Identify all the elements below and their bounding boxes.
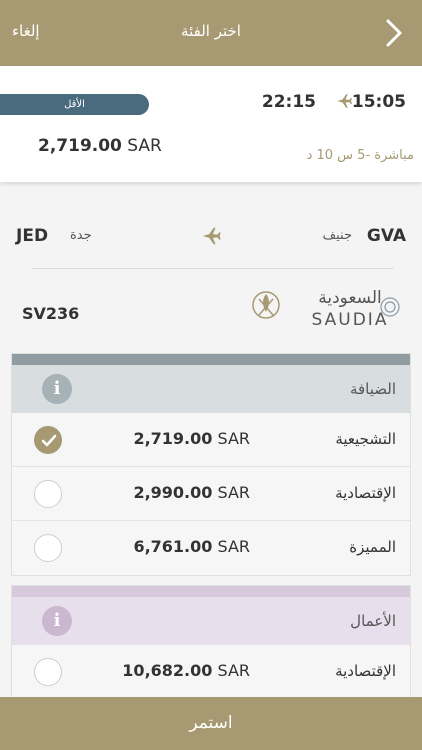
fare-amount: 6,761.00 bbox=[133, 537, 213, 556]
fare-amount: 10,682.00 bbox=[122, 661, 213, 680]
page-title: اختر الفئة bbox=[181, 22, 241, 40]
svg-text:SAUDIA: SAUDIA bbox=[312, 310, 389, 329]
radio-button[interactable] bbox=[34, 658, 62, 686]
class-header: i الأعمال bbox=[12, 597, 410, 645]
checkmark-icon bbox=[41, 434, 57, 447]
chevron-right-icon[interactable] bbox=[384, 18, 404, 48]
class-name: الضيافة bbox=[349, 380, 396, 398]
divider bbox=[32, 268, 394, 269]
departure-time: 15:05 bbox=[351, 92, 406, 112]
destination-code: JED bbox=[16, 226, 49, 246]
fare-name: التشجيعية bbox=[335, 430, 396, 448]
plane-icon bbox=[202, 227, 221, 245]
fare-currency: SAR bbox=[217, 537, 250, 556]
fare-price: 2,990.00 SAR bbox=[133, 483, 250, 502]
info-icon[interactable]: i bbox=[42, 606, 72, 636]
flight-price: 2,719.00 SAR bbox=[38, 136, 162, 156]
radio-checked[interactable] bbox=[34, 426, 62, 454]
fare-price: 6,761.00 SAR bbox=[133, 537, 250, 556]
fare-price: 10,682.00 SAR bbox=[122, 661, 250, 680]
class-header: i الضيافة bbox=[12, 365, 410, 413]
flight-duration: مباشرة -5 س 10 د bbox=[306, 148, 414, 163]
arrival-time: 22:15 bbox=[261, 92, 316, 112]
fare-row[interactable]: 6,761.00 SAR المميزة bbox=[12, 521, 410, 575]
info-icon[interactable]: i bbox=[42, 374, 72, 404]
class-stripe bbox=[12, 354, 410, 365]
class-block-business: i الأعمال 10,682.00 SAR الإقتصادية bbox=[11, 585, 411, 700]
fare-currency: SAR bbox=[217, 661, 250, 680]
destination-city: جدة bbox=[70, 228, 92, 243]
origin-city: جنيف bbox=[322, 228, 352, 243]
lowest-badge: الأقل bbox=[0, 94, 149, 115]
plane-icon bbox=[337, 94, 352, 108]
continue-button[interactable]: استمر bbox=[0, 697, 422, 750]
fare-name: المميزة bbox=[349, 538, 396, 556]
fare-currency: SAR bbox=[217, 429, 250, 448]
fare-name: الإقتصادية bbox=[335, 662, 396, 680]
fare-row[interactable]: 2,719.00 SAR التشجيعية bbox=[12, 413, 410, 467]
class-block-guest: i الضيافة 2,719.00 SAR التشجيعية 2,990.0… bbox=[11, 353, 411, 576]
fare-amount: 2,719.00 bbox=[133, 429, 213, 448]
fare-currency: SAR bbox=[217, 483, 250, 502]
flight-summary-card: 15:05 22:15 الأقل 2,719.00 SAR مباشرة -5… bbox=[0, 66, 422, 182]
fare-name: الإقتصادية bbox=[335, 484, 396, 502]
svg-text:السعودية: السعودية bbox=[318, 288, 381, 308]
radio-button[interactable] bbox=[34, 480, 62, 508]
price-currency: SAR bbox=[127, 136, 162, 156]
radio-button[interactable] bbox=[34, 534, 62, 562]
fare-price: 2,719.00 SAR bbox=[133, 429, 250, 448]
class-name: الأعمال bbox=[350, 612, 396, 630]
top-bar: إلغاء اختر الفئة bbox=[0, 0, 422, 66]
fare-row[interactable]: 10,682.00 SAR الإقتصادية bbox=[12, 645, 410, 699]
fare-row[interactable]: 2,990.00 SAR الإقتصادية bbox=[12, 467, 410, 521]
price-amount: 2,719.00 bbox=[38, 136, 122, 156]
flight-number: SV236 bbox=[22, 304, 80, 323]
class-stripe bbox=[12, 586, 410, 597]
route-row: GVA جنيف جدة JED bbox=[0, 220, 422, 254]
origin-code: GVA bbox=[366, 226, 406, 246]
saudia-logo: السعودية SAUDIA bbox=[252, 288, 400, 329]
fare-amount: 2,990.00 bbox=[133, 483, 213, 502]
